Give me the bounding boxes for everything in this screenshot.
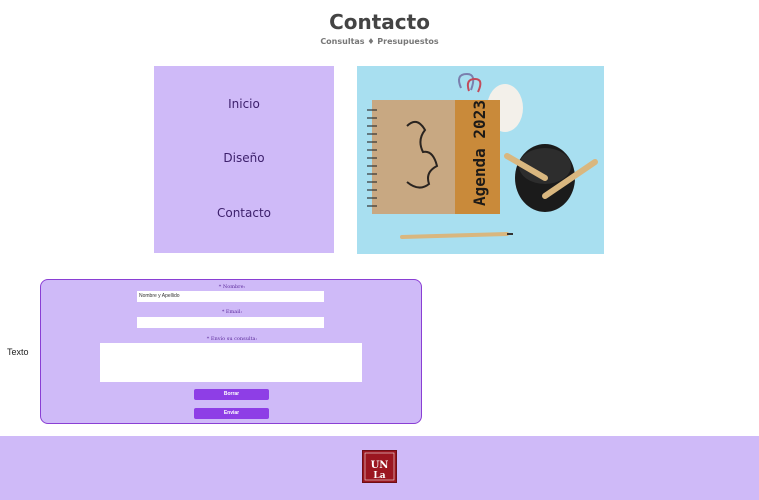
footer: UN La (0, 436, 759, 500)
submit-button[interactable]: Enviar (194, 408, 269, 419)
nav-menu: Inicio Diseño Contacto (154, 66, 334, 253)
agenda-photo: Agenda 2023 (357, 66, 604, 254)
side-text-label: Texto (7, 347, 29, 357)
page-header: Contacto Consultas ♦ Presupuestos (0, 8, 759, 46)
contact-form: * Nombre: Nombre y Apellido * Email: * E… (40, 279, 422, 424)
page-title: Contacto (329, 10, 430, 34)
message-textarea[interactable] (100, 343, 362, 382)
nav-item-diseno[interactable]: Diseño (154, 151, 334, 165)
name-label: * Nombre: (218, 284, 246, 290)
svg-text:La: La (373, 471, 385, 481)
agenda-text: Agenda 2023 (470, 100, 489, 206)
message-label: * Envío su consulta: (206, 336, 258, 342)
name-input[interactable]: Nombre y Apellido (137, 291, 324, 302)
unla-logo: UN La (362, 450, 397, 483)
hero-image: Agenda 2023 (357, 66, 604, 254)
logo-icon: UN La (363, 451, 396, 482)
nav-item-inicio[interactable]: Inicio (154, 97, 334, 111)
svg-text:UN: UN (371, 460, 389, 471)
page-subtitle: Consultas ♦ Presupuestos (320, 37, 439, 46)
email-label: * Email: (221, 309, 243, 315)
email-input[interactable] (137, 317, 324, 328)
nav-item-contacto[interactable]: Contacto (154, 206, 334, 220)
reset-button[interactable]: Borrar (194, 389, 269, 400)
